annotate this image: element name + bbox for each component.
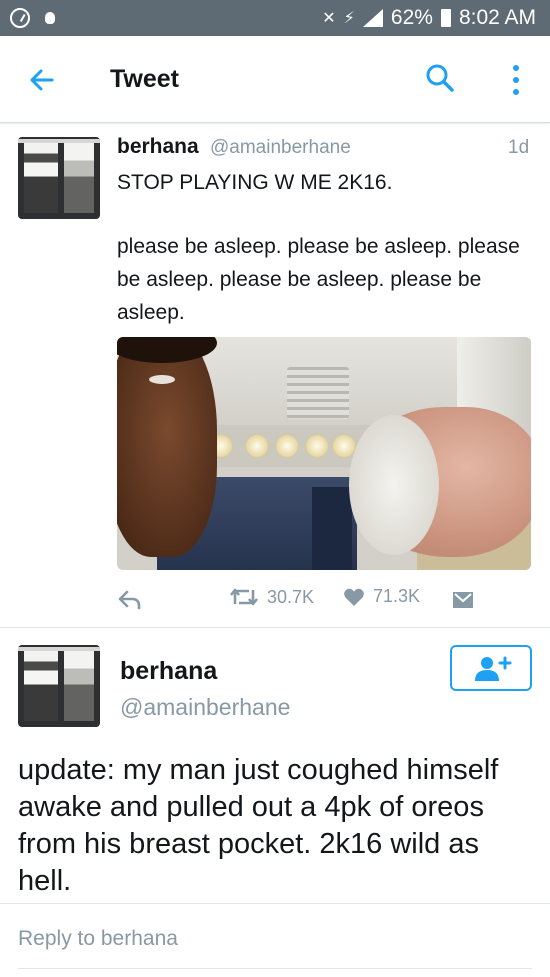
page-title: Tweet xyxy=(110,65,179,93)
arrow-left-icon xyxy=(30,69,54,91)
app-header: Tweet xyxy=(0,36,550,123)
follow-button[interactable] xyxy=(450,645,532,691)
retweet-button[interactable]: 30.7K xyxy=(229,586,314,608)
tweet-body: update: my man just coughed himself awak… xyxy=(18,754,499,897)
author-name[interactable]: berhana xyxy=(117,135,199,159)
like-button[interactable]: 71.3K xyxy=(343,586,420,607)
battery-icon xyxy=(440,9,451,27)
check-circle-icon xyxy=(10,8,30,28)
tweet-body: please be asleep. please be asleep. plea… xyxy=(117,235,520,324)
notification-icons xyxy=(10,8,60,28)
status-right: ✕ ⚡ 62% 8:02 AM xyxy=(322,6,536,30)
tweet-timestamp: 1d xyxy=(508,137,530,158)
tweet-photo[interactable] xyxy=(117,337,531,570)
author-handle[interactable]: @amainberhane xyxy=(120,694,290,721)
more-options-button[interactable] xyxy=(504,62,528,98)
reply-icon xyxy=(118,590,141,610)
mute-icon: ✕ xyxy=(322,10,336,27)
tweet-headline: STOP PLAYING W ME 2K16. xyxy=(117,171,393,194)
avatar[interactable] xyxy=(18,645,100,727)
battery-percent: 62% xyxy=(390,6,433,29)
reply-divider xyxy=(0,903,550,904)
reply-input-underline xyxy=(18,968,532,969)
like-count: 71.3K xyxy=(373,586,421,606)
tweet-actions: 30.7K 71.3K xyxy=(117,586,531,614)
status-bar: ✕ ⚡ 62% 8:02 AM xyxy=(0,0,550,36)
clock: 8:02 AM xyxy=(458,6,536,29)
search-icon xyxy=(426,64,454,92)
signal-icon xyxy=(362,9,383,27)
reply-input[interactable]: Reply to berhana xyxy=(18,927,178,951)
add-user-icon xyxy=(475,656,512,681)
retweet-icon xyxy=(229,588,259,606)
nfc-icon: ⚡ xyxy=(343,10,355,27)
heart-icon xyxy=(344,588,364,606)
direct-message-icon xyxy=(453,592,473,608)
back-button[interactable] xyxy=(24,62,60,98)
author-handle[interactable]: @amainberhane xyxy=(210,137,351,159)
author-name[interactable]: berhana xyxy=(120,657,217,686)
more-vertical-icon xyxy=(513,65,519,95)
search-button[interactable] xyxy=(424,62,456,94)
reply-button[interactable] xyxy=(117,588,143,612)
bug-icon xyxy=(40,8,60,28)
direct-message-button[interactable] xyxy=(451,589,475,611)
tweet-divider xyxy=(0,627,550,628)
retweet-count: 30.7K xyxy=(267,586,315,607)
avatar[interactable] xyxy=(18,137,100,219)
